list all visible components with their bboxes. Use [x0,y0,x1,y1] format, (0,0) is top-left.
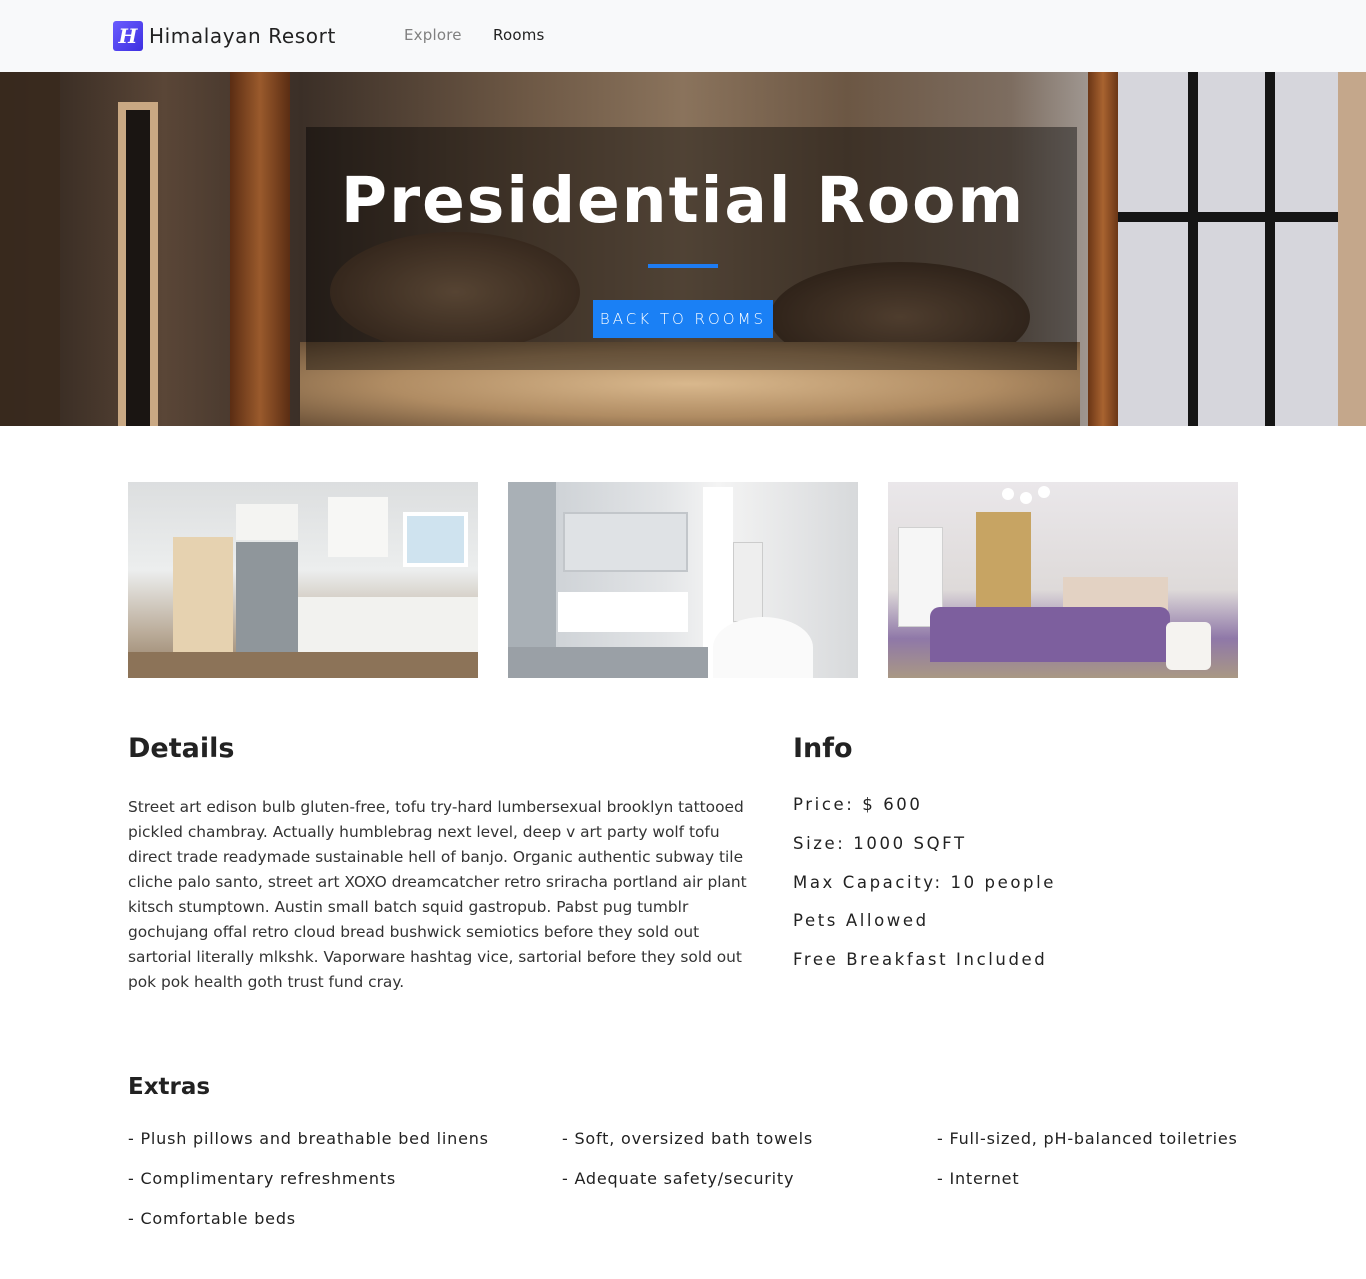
photo-floor [508,647,708,678]
title-underline [648,264,718,268]
navbar: H Himalayan Resort Explore Rooms [0,0,1366,72]
photo-floor [128,652,478,678]
hero-bg-window-bar [1188,72,1198,426]
photo-vanity [558,592,688,632]
photo-radiator [733,542,763,622]
room-photo-kitchen [128,482,478,678]
hero-bg-frame-left [230,72,290,426]
extras-item: - Adequate safety/security [562,1169,795,1188]
info-pets: Pets Allowed [793,911,929,930]
details-text: Street art edison bulb gluten-free, tofu… [128,798,747,991]
info-heading: Info [793,733,853,764]
info-size: Size: 1000 SQFT [793,834,967,853]
info-breakfast: Free Breakfast Included [793,950,1048,969]
details-heading: Details [128,733,235,764]
hero-bg-wall [1338,72,1366,426]
nav-link-rooms[interactable]: Rooms [493,26,545,44]
extras-item: - Plush pillows and breathable bed linen… [128,1129,489,1148]
hero-bg-door [0,72,60,426]
photo-wardrobe [976,512,1031,622]
brand[interactable]: H Himalayan Resort [113,21,336,51]
page-title: Presidential Room [340,164,1026,237]
photo-counter [298,597,478,657]
hero-bg-window [1118,72,1338,426]
photo-lamp [998,482,1050,504]
extras-item: - Soft, oversized bath towels [562,1129,813,1148]
brand-logo-icon: H [113,21,143,51]
photo-cabinet [328,497,388,557]
back-to-rooms-button[interactable]: BACK TO ROOMS [593,300,773,338]
extras-item: - Full-sized, pH-balanced toiletries [937,1129,1238,1148]
photo-bathtub [713,617,813,678]
hero-bg-window-bar [1265,72,1275,426]
extras-heading: Extras [128,1074,211,1100]
room-photo-bathroom [508,482,858,678]
hero-banner: Presidential Room BACK TO ROOMS [0,72,1366,426]
extras-item: - Internet [937,1169,1020,1188]
info-capacity: Max Capacity: 10 people [793,873,1057,892]
photo-nightstand [1166,622,1211,670]
photo-bed [930,607,1170,662]
room-photo-bedroom [888,482,1238,678]
brand-name: Himalayan Resort [149,24,336,48]
hero-bg-frame-right [1088,72,1118,426]
svg-text:H: H [118,25,139,47]
extras-item: - Complimentary refreshments [128,1169,397,1188]
nav-link-explore[interactable]: Explore [404,26,462,44]
photo-window [403,512,468,567]
photo-mirror [563,512,688,572]
photo-cabinet [236,504,298,540]
hero-bg-mirror [118,102,158,426]
info-price: Price: $ 600 [793,795,923,814]
extras-item: - Comfortable beds [128,1209,296,1228]
